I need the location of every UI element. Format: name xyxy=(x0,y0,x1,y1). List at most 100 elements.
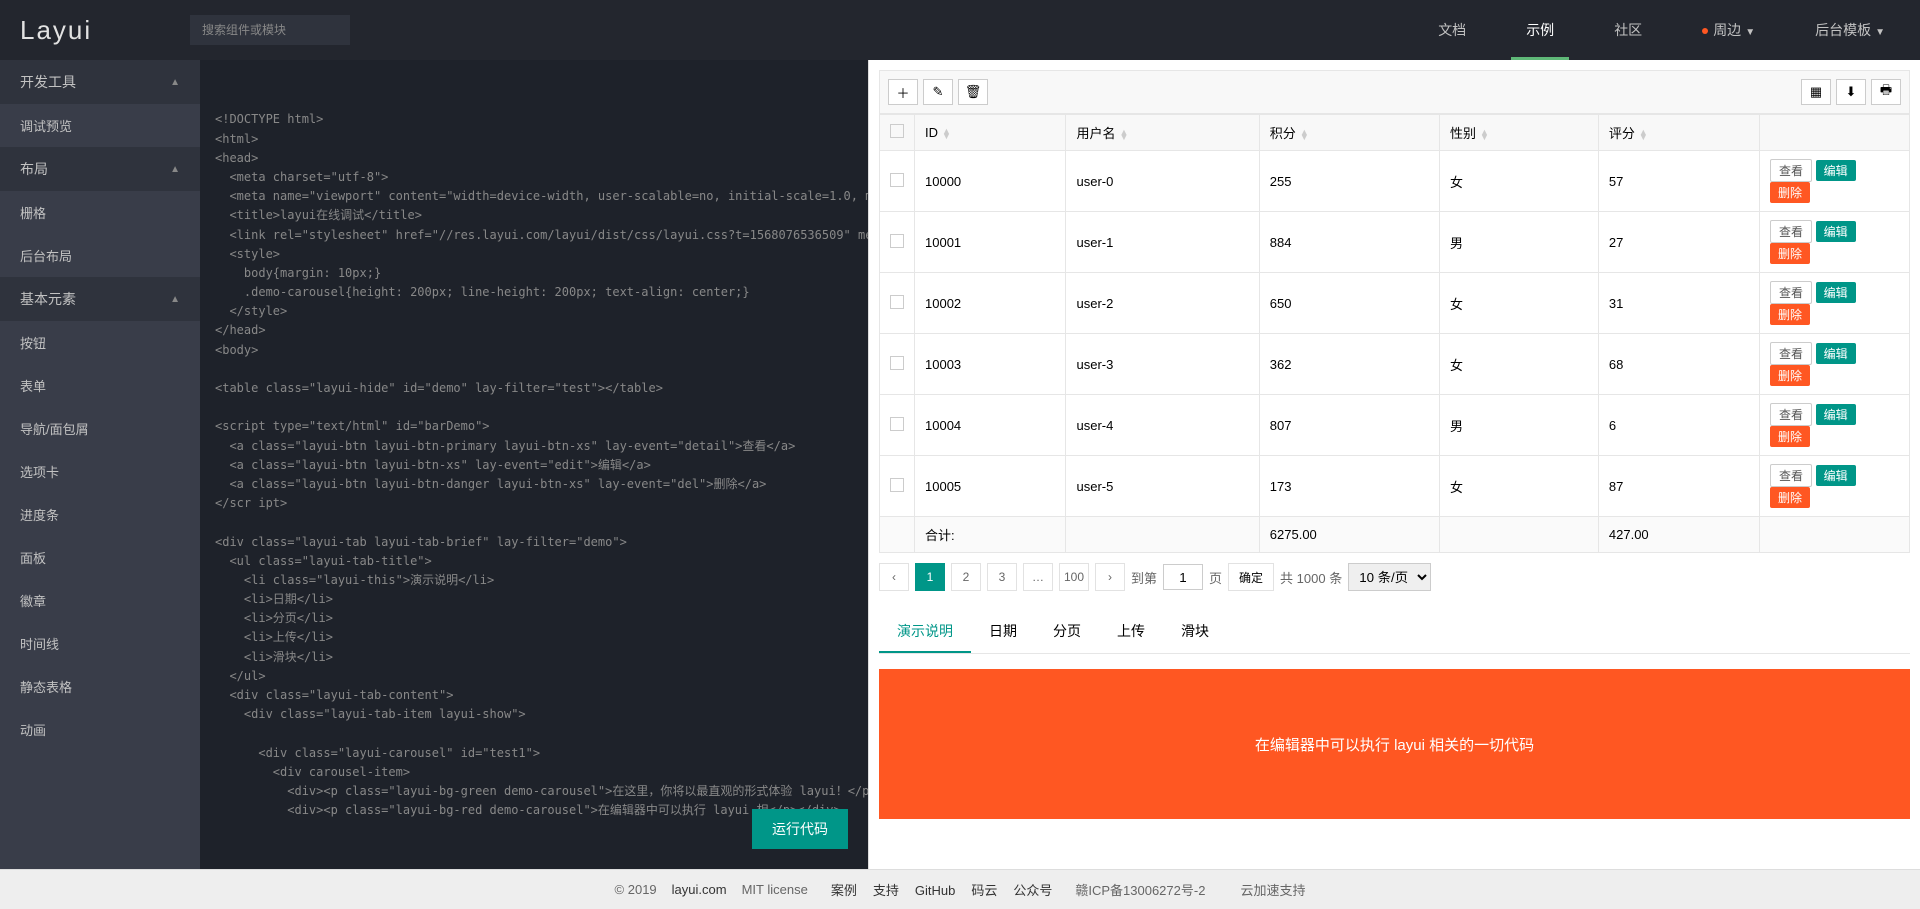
table-toolbar: ＋ ✎ 🗑 ▦ ⬇ 🖶 xyxy=(879,70,1910,114)
sidebar-item[interactable]: 进度条 xyxy=(0,493,200,536)
sidebar-item[interactable]: 基本元素▲ xyxy=(0,277,200,321)
checkbox[interactable] xyxy=(890,124,904,138)
checkbox[interactable] xyxy=(890,295,904,309)
delete-button[interactable]: 删除 xyxy=(1770,304,1810,325)
nav-item[interactable]: 周边▼ xyxy=(1687,0,1770,60)
cell-user: user-3 xyxy=(1066,334,1259,395)
top-header: Layui 文档示例社区周边▼ 后台模板▼ xyxy=(0,0,1920,60)
edit-icon[interactable]: ✎ xyxy=(923,79,953,105)
view-button[interactable]: 查看 xyxy=(1770,281,1812,304)
code-editor[interactable]: <!DOCTYPE html> <html> <head> <meta char… xyxy=(200,60,868,869)
tab[interactable]: 上传 xyxy=(1099,611,1163,653)
checkbox[interactable] xyxy=(890,356,904,370)
sidebar-item[interactable]: 按钮 xyxy=(0,321,200,364)
column-header[interactable]: 性别▲▼ xyxy=(1440,115,1599,151)
sidebar-item[interactable]: 选项卡 xyxy=(0,450,200,493)
view-button[interactable]: 查看 xyxy=(1770,342,1812,365)
sidebar-item[interactable]: 时间线 xyxy=(0,622,200,665)
checkbox[interactable] xyxy=(890,234,904,248)
view-button[interactable]: 查看 xyxy=(1770,220,1812,243)
edit-button[interactable]: 编辑 xyxy=(1816,343,1856,364)
sidebar-item[interactable]: 徽章 xyxy=(0,579,200,622)
goto-input[interactable] xyxy=(1163,564,1203,590)
tab[interactable]: 日期 xyxy=(971,611,1035,653)
cell-sex: 女 xyxy=(1440,273,1599,334)
footer: © 2019 layui.com MIT license 案例支持GitHub码… xyxy=(0,869,1920,909)
checkbox[interactable] xyxy=(890,478,904,492)
sidebar-item[interactable]: 动画 xyxy=(0,708,200,751)
checkbox[interactable] xyxy=(890,417,904,431)
tab[interactable]: 滑块 xyxy=(1163,611,1227,653)
page-number[interactable]: 3 xyxy=(987,563,1017,591)
cell-rate: 27 xyxy=(1598,212,1759,273)
view-button[interactable]: 查看 xyxy=(1770,159,1812,182)
tab[interactable]: 分页 xyxy=(1035,611,1099,653)
cell-rate: 6 xyxy=(1598,395,1759,456)
sidebar-item[interactable]: 面板 xyxy=(0,536,200,579)
delete-button[interactable]: 删除 xyxy=(1770,487,1810,508)
sort-icon[interactable]: ▲▼ xyxy=(1300,130,1309,140)
footer-link[interactable]: GitHub xyxy=(915,883,955,898)
nav-item[interactable]: 文档 xyxy=(1423,0,1481,60)
export-icon[interactable]: ⬇ xyxy=(1836,79,1866,105)
sidebar-item[interactable]: 导航/面包屑 xyxy=(0,407,200,450)
sidebar-item[interactable]: 布局▲ xyxy=(0,147,200,191)
sidebar-item[interactable]: 开发工具▲ xyxy=(0,60,200,104)
footer-link[interactable]: 案例 xyxy=(831,883,857,898)
sort-icon[interactable]: ▲▼ xyxy=(942,129,951,139)
code-content[interactable]: <!DOCTYPE html> <html> <head> <meta char… xyxy=(215,110,853,820)
edit-button[interactable]: 编辑 xyxy=(1816,404,1856,425)
page-number[interactable]: 1 xyxy=(915,563,945,591)
logo[interactable]: Layui xyxy=(20,15,190,46)
delete-button[interactable]: 删除 xyxy=(1770,365,1810,386)
edit-button[interactable]: 编辑 xyxy=(1816,160,1856,181)
site-link[interactable]: layui.com xyxy=(672,882,727,897)
per-page-select[interactable]: 10 条/页 xyxy=(1348,563,1431,591)
totals-score: 6275.00 xyxy=(1259,517,1439,553)
prev-page-icon[interactable]: ‹ xyxy=(879,563,909,591)
add-icon[interactable]: ＋ xyxy=(888,79,918,105)
print-icon[interactable]: 🖶 xyxy=(1871,79,1901,105)
view-button[interactable]: 查看 xyxy=(1770,403,1812,426)
page-number[interactable]: 100 xyxy=(1059,563,1089,591)
columns-icon[interactable]: ▦ xyxy=(1801,79,1831,105)
delete-button[interactable]: 删除 xyxy=(1770,426,1810,447)
next-page-icon[interactable]: › xyxy=(1095,563,1125,591)
cell-sex: 女 xyxy=(1440,456,1599,517)
sort-icon[interactable]: ▲▼ xyxy=(1480,130,1489,140)
sidebar-item[interactable]: 栅格 xyxy=(0,191,200,234)
checkbox[interactable] xyxy=(890,173,904,187)
nav-item[interactable]: 社区 xyxy=(1599,0,1657,60)
footer-link[interactable]: 公众号 xyxy=(1013,883,1052,898)
sidebar-item[interactable]: 表单 xyxy=(0,364,200,407)
page-number[interactable]: … xyxy=(1023,563,1053,591)
page-number[interactable]: 2 xyxy=(951,563,981,591)
tab[interactable]: 演示说明 xyxy=(879,611,971,653)
delete-button[interactable]: 删除 xyxy=(1770,243,1810,264)
sidebar-item[interactable]: 调试预览 xyxy=(0,104,200,147)
delete-icon[interactable]: 🗑 xyxy=(958,79,988,105)
edit-button[interactable]: 编辑 xyxy=(1816,465,1856,486)
search-input[interactable] xyxy=(190,15,350,45)
goto-confirm-button[interactable]: 确定 xyxy=(1228,563,1274,591)
sort-icon[interactable]: ▲▼ xyxy=(1120,130,1129,140)
column-header[interactable]: ID▲▼ xyxy=(915,115,1066,151)
sort-icon[interactable]: ▲▼ xyxy=(1639,130,1648,140)
footer-link[interactable]: 码云 xyxy=(971,883,997,898)
sidebar-item[interactable]: 后台布局 xyxy=(0,234,200,277)
run-code-button[interactable]: 运行代码 xyxy=(752,809,848,849)
view-button[interactable]: 查看 xyxy=(1770,464,1812,487)
footer-link[interactable]: 支持 xyxy=(873,883,899,898)
cell-user: user-5 xyxy=(1066,456,1259,517)
delete-button[interactable]: 删除 xyxy=(1770,182,1810,203)
nav-item[interactable]: 后台模板▼ xyxy=(1800,0,1900,60)
license: MIT license xyxy=(742,882,808,897)
nav-item[interactable]: 示例 xyxy=(1511,0,1569,60)
edit-button[interactable]: 编辑 xyxy=(1816,221,1856,242)
column-header[interactable]: 用户名▲▼ xyxy=(1066,115,1259,151)
edit-button[interactable]: 编辑 xyxy=(1816,282,1856,303)
sidebar-item[interactable]: 静态表格 xyxy=(0,665,200,708)
cell-score: 807 xyxy=(1259,395,1439,456)
column-header[interactable]: 积分▲▼ xyxy=(1259,115,1439,151)
column-header[interactable]: 评分▲▼ xyxy=(1598,115,1759,151)
